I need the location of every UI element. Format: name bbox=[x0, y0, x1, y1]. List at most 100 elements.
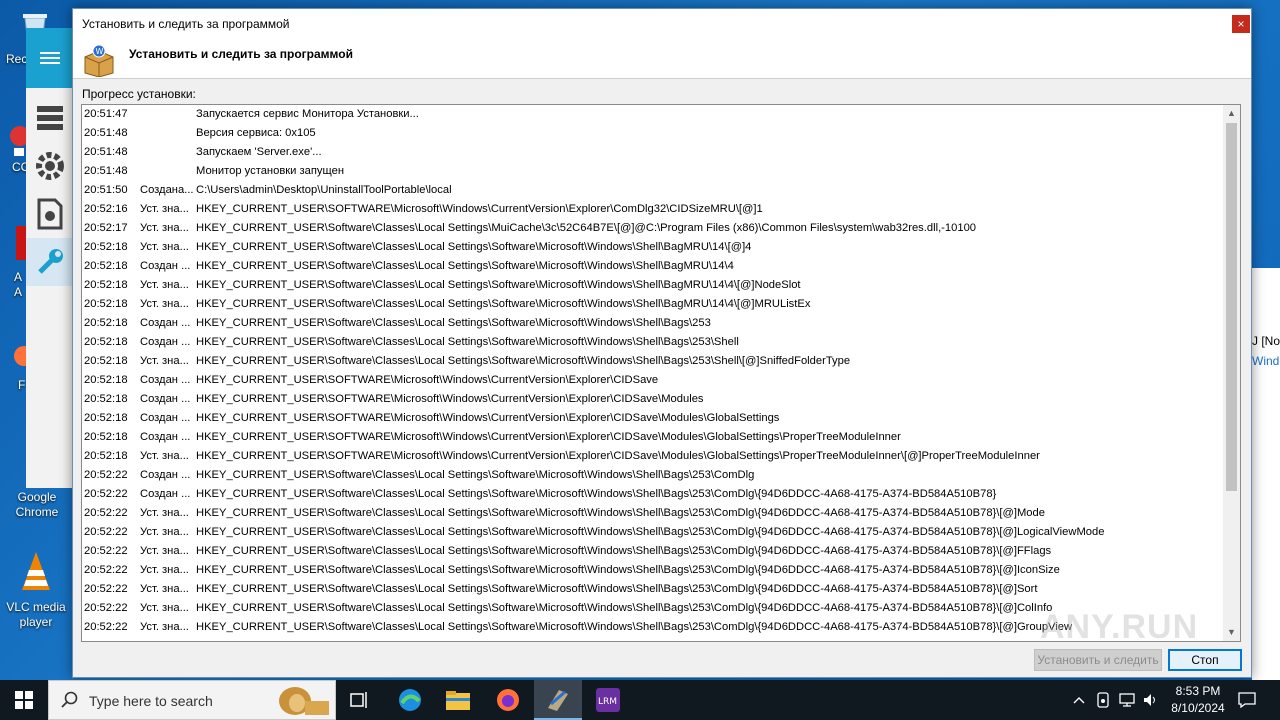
taskbar-edge[interactable] bbox=[386, 680, 434, 720]
taskbar-file-explorer[interactable] bbox=[434, 680, 482, 720]
network-icon bbox=[1119, 693, 1135, 707]
close-button[interactable]: × bbox=[1232, 15, 1250, 33]
log-row[interactable]: 20:51:50 Создана... C:\Users\admin\Desktop… bbox=[82, 181, 1240, 200]
taskbar-lrm[interactable]: LRM bbox=[584, 680, 632, 720]
task-view-button[interactable] bbox=[336, 680, 384, 720]
log-row[interactable]: 20:51:48 Версия сервиса: 0x105 bbox=[82, 124, 1240, 143]
sidebar-item-tools[interactable] bbox=[26, 238, 74, 286]
log-detail: HKEY_CURRENT_USER\Software\Classes\Local… bbox=[196, 583, 1038, 595]
taskbar-clock[interactable]: 8:53 PM 8/10/2024 bbox=[1160, 683, 1236, 717]
log-row[interactable]: 20:52:18 Создан ... HKEY_CURRENT_USER\Soft… bbox=[82, 333, 1240, 352]
log-row[interactable]: 20:52:22 Уст. зна... HKEY_CURRENT_USER\Sof… bbox=[82, 523, 1240, 542]
log-row[interactable]: 20:52:18 Создан ... HKEY_CURRENT_USER\Soft… bbox=[82, 257, 1240, 276]
log-action: Создан ... bbox=[140, 412, 191, 424]
log-detail: HKEY_CURRENT_USER\Software\Classes\Local… bbox=[196, 241, 752, 253]
log-row[interactable]: 20:52:18 Уст. зна... HKEY_CURRENT_USER\Sof… bbox=[82, 352, 1240, 371]
log-detail: HKEY_CURRENT_USER\Software\Classes\Local… bbox=[196, 317, 711, 329]
log-row[interactable]: 20:52:18 Создан ... HKEY_CURRENT_USER\SOFT… bbox=[82, 371, 1240, 390]
log-action: Уст. зна... bbox=[140, 355, 189, 367]
device-icon bbox=[1097, 692, 1109, 708]
taskbar-search-box[interactable]: Type here to search bbox=[48, 680, 336, 720]
tray-overflow-button[interactable] bbox=[1068, 680, 1090, 720]
log-row[interactable]: 20:52:18 Создан ... HKEY_CURRENT_USER\SOFT… bbox=[82, 390, 1240, 409]
log-row[interactable]: 20:52:18 Уст. зна... HKEY_CURRENT_USER\Sof… bbox=[82, 276, 1240, 295]
log-time: 20:52:18 bbox=[84, 317, 128, 329]
log-time: 20:52:18 bbox=[84, 412, 128, 424]
log-action: Уст. зна... bbox=[140, 279, 189, 291]
log-row[interactable]: 20:52:22 Уст. зна... HKEY_CURRENT_USER\Sof… bbox=[82, 542, 1240, 561]
sidebar-item-document-settings[interactable] bbox=[26, 190, 74, 238]
notifications-button[interactable] bbox=[1236, 680, 1258, 720]
log-row[interactable]: 20:51:48 Монитор установки запущен bbox=[82, 162, 1240, 181]
log-action: Уст. зна... bbox=[140, 507, 189, 519]
log-time: 20:52:18 bbox=[84, 374, 128, 386]
log-row[interactable]: 20:52:18 Уст. зна... HKEY_CURRENT_USER\SOF… bbox=[82, 447, 1240, 466]
log-row[interactable]: 20:52:22 Уст. зна... HKEY_CURRENT_USER\Sof… bbox=[82, 580, 1240, 599]
log-row[interactable]: 20:52:18 Создан ... HKEY_CURRENT_USER\Soft… bbox=[82, 314, 1240, 333]
background-window-link: Windo bbox=[1252, 354, 1280, 368]
log-row[interactable]: 20:52:22 Уст. зна... HKEY_CURRENT_USER\Sof… bbox=[82, 561, 1240, 580]
log-detail: HKEY_CURRENT_USER\SOFTWARE\Microsoft\Win… bbox=[196, 412, 780, 424]
start-button[interactable] bbox=[0, 680, 48, 720]
tray-volume-button[interactable] bbox=[1140, 680, 1162, 720]
log-time: 20:52:18 bbox=[84, 336, 128, 348]
log-action: Создан ... bbox=[140, 374, 191, 386]
log-time: 20:52:18 bbox=[84, 393, 128, 405]
uninstall-tool-icon bbox=[548, 690, 568, 711]
stop-button[interactable]: Стоп bbox=[1168, 649, 1242, 671]
taskbar-uninstall-tool[interactable] bbox=[534, 680, 582, 720]
log-time: 20:52:22 bbox=[84, 583, 128, 595]
log-detail: Монитор установки запущен bbox=[196, 165, 345, 177]
edge-icon bbox=[399, 689, 421, 711]
log-rows: 20:51:47 Запускается сервис Монитора Уста… bbox=[82, 105, 1240, 637]
tray-device-button[interactable] bbox=[1092, 680, 1114, 720]
log-action: Создан ... bbox=[140, 431, 191, 443]
install-log-list[interactable]: 20:51:47 Запускается сервис Монитора Уста… bbox=[81, 104, 1241, 642]
tray-network-button[interactable] bbox=[1116, 680, 1138, 720]
log-time: 20:52:17 bbox=[84, 222, 128, 234]
log-detail: HKEY_CURRENT_USER\SOFTWARE\Microsoft\Win… bbox=[196, 431, 901, 443]
log-time: 20:52:22 bbox=[84, 507, 128, 519]
log-detail: HKEY_CURRENT_USER\Software\Classes\Local… bbox=[196, 298, 811, 310]
log-row[interactable]: 20:52:18 Создан ... HKEY_CURRENT_USER\SOFT… bbox=[82, 409, 1240, 428]
dialog-header-title: Установить и следить за программой bbox=[129, 47, 353, 61]
windows-start-icon bbox=[15, 691, 33, 709]
dialog-titlebar[interactable]: Установить и следить за программой × bbox=[73, 9, 1251, 39]
log-row[interactable]: 20:52:18 Создан ... HKEY_CURRENT_USER\SOFT… bbox=[82, 428, 1240, 447]
desktop-icon-label: VLC media player bbox=[6, 600, 66, 629]
log-detail: Запускается сервис Монитора Установки... bbox=[196, 108, 419, 120]
log-row[interactable]: 20:52:22 Создан ... HKEY_CURRENT_USER\Soft… bbox=[82, 485, 1240, 504]
log-row[interactable]: 20:52:22 Создан ... HKEY_CURRENT_USER\Soft… bbox=[82, 466, 1240, 485]
firefox-icon bbox=[497, 689, 519, 711]
log-row[interactable]: 20:51:47 Запускается сервис Монитора Уста… bbox=[82, 105, 1240, 124]
log-row[interactable]: 20:52:16 Уст. зна... HKEY_CURRENT_USER\SOF… bbox=[82, 200, 1240, 219]
taskbar-firefox[interactable] bbox=[484, 680, 532, 720]
acrobat-icon bbox=[2, 226, 28, 266]
log-time: 20:51:47 bbox=[84, 108, 128, 120]
log-scrollbar[interactable]: ▲ ▼ bbox=[1223, 105, 1240, 641]
scroll-thumb[interactable] bbox=[1226, 123, 1237, 491]
log-row[interactable]: 20:52:18 Уст. зна... HKEY_CURRENT_USER\Sof… bbox=[82, 295, 1240, 314]
scroll-down-icon[interactable]: ▼ bbox=[1223, 624, 1240, 641]
vlc-shortcut[interactable]: VLC media player bbox=[1, 548, 71, 630]
hamburger-icon bbox=[40, 49, 60, 67]
log-detail: Запускаем 'Server.exe'... bbox=[196, 146, 322, 158]
install-and-monitor-button[interactable]: Установить и следить bbox=[1034, 649, 1162, 671]
log-action: Уст. зна... bbox=[140, 450, 189, 462]
log-action: Уст. зна... bbox=[140, 621, 189, 633]
svg-text:W: W bbox=[96, 47, 104, 56]
log-row[interactable]: 20:52:18 Уст. зна... HKEY_CURRENT_USER\Sof… bbox=[82, 238, 1240, 257]
sidebar-item-settings[interactable] bbox=[26, 142, 74, 190]
log-row[interactable]: 20:52:17 Уст. зна... HKEY_CURRENT_USER\Sof… bbox=[82, 219, 1240, 238]
log-row[interactable]: 20:51:48 Запускаем 'Server.exe'... bbox=[82, 143, 1240, 162]
log-row[interactable]: 20:52:22 Уст. зна... HKEY_CURRENT_USER\Sof… bbox=[82, 504, 1240, 523]
search-placeholder: Type here to search bbox=[89, 693, 213, 709]
log-action: Создан ... bbox=[140, 336, 191, 348]
log-time: 20:51:48 bbox=[84, 165, 128, 177]
hamburger-menu-button[interactable] bbox=[26, 28, 74, 88]
scroll-up-icon[interactable]: ▲ bbox=[1223, 105, 1240, 122]
notification-icon bbox=[1238, 692, 1256, 708]
log-time: 20:52:22 bbox=[84, 621, 128, 633]
sidebar-item-storage[interactable] bbox=[26, 94, 74, 142]
log-action: Уст. зна... bbox=[140, 241, 189, 253]
